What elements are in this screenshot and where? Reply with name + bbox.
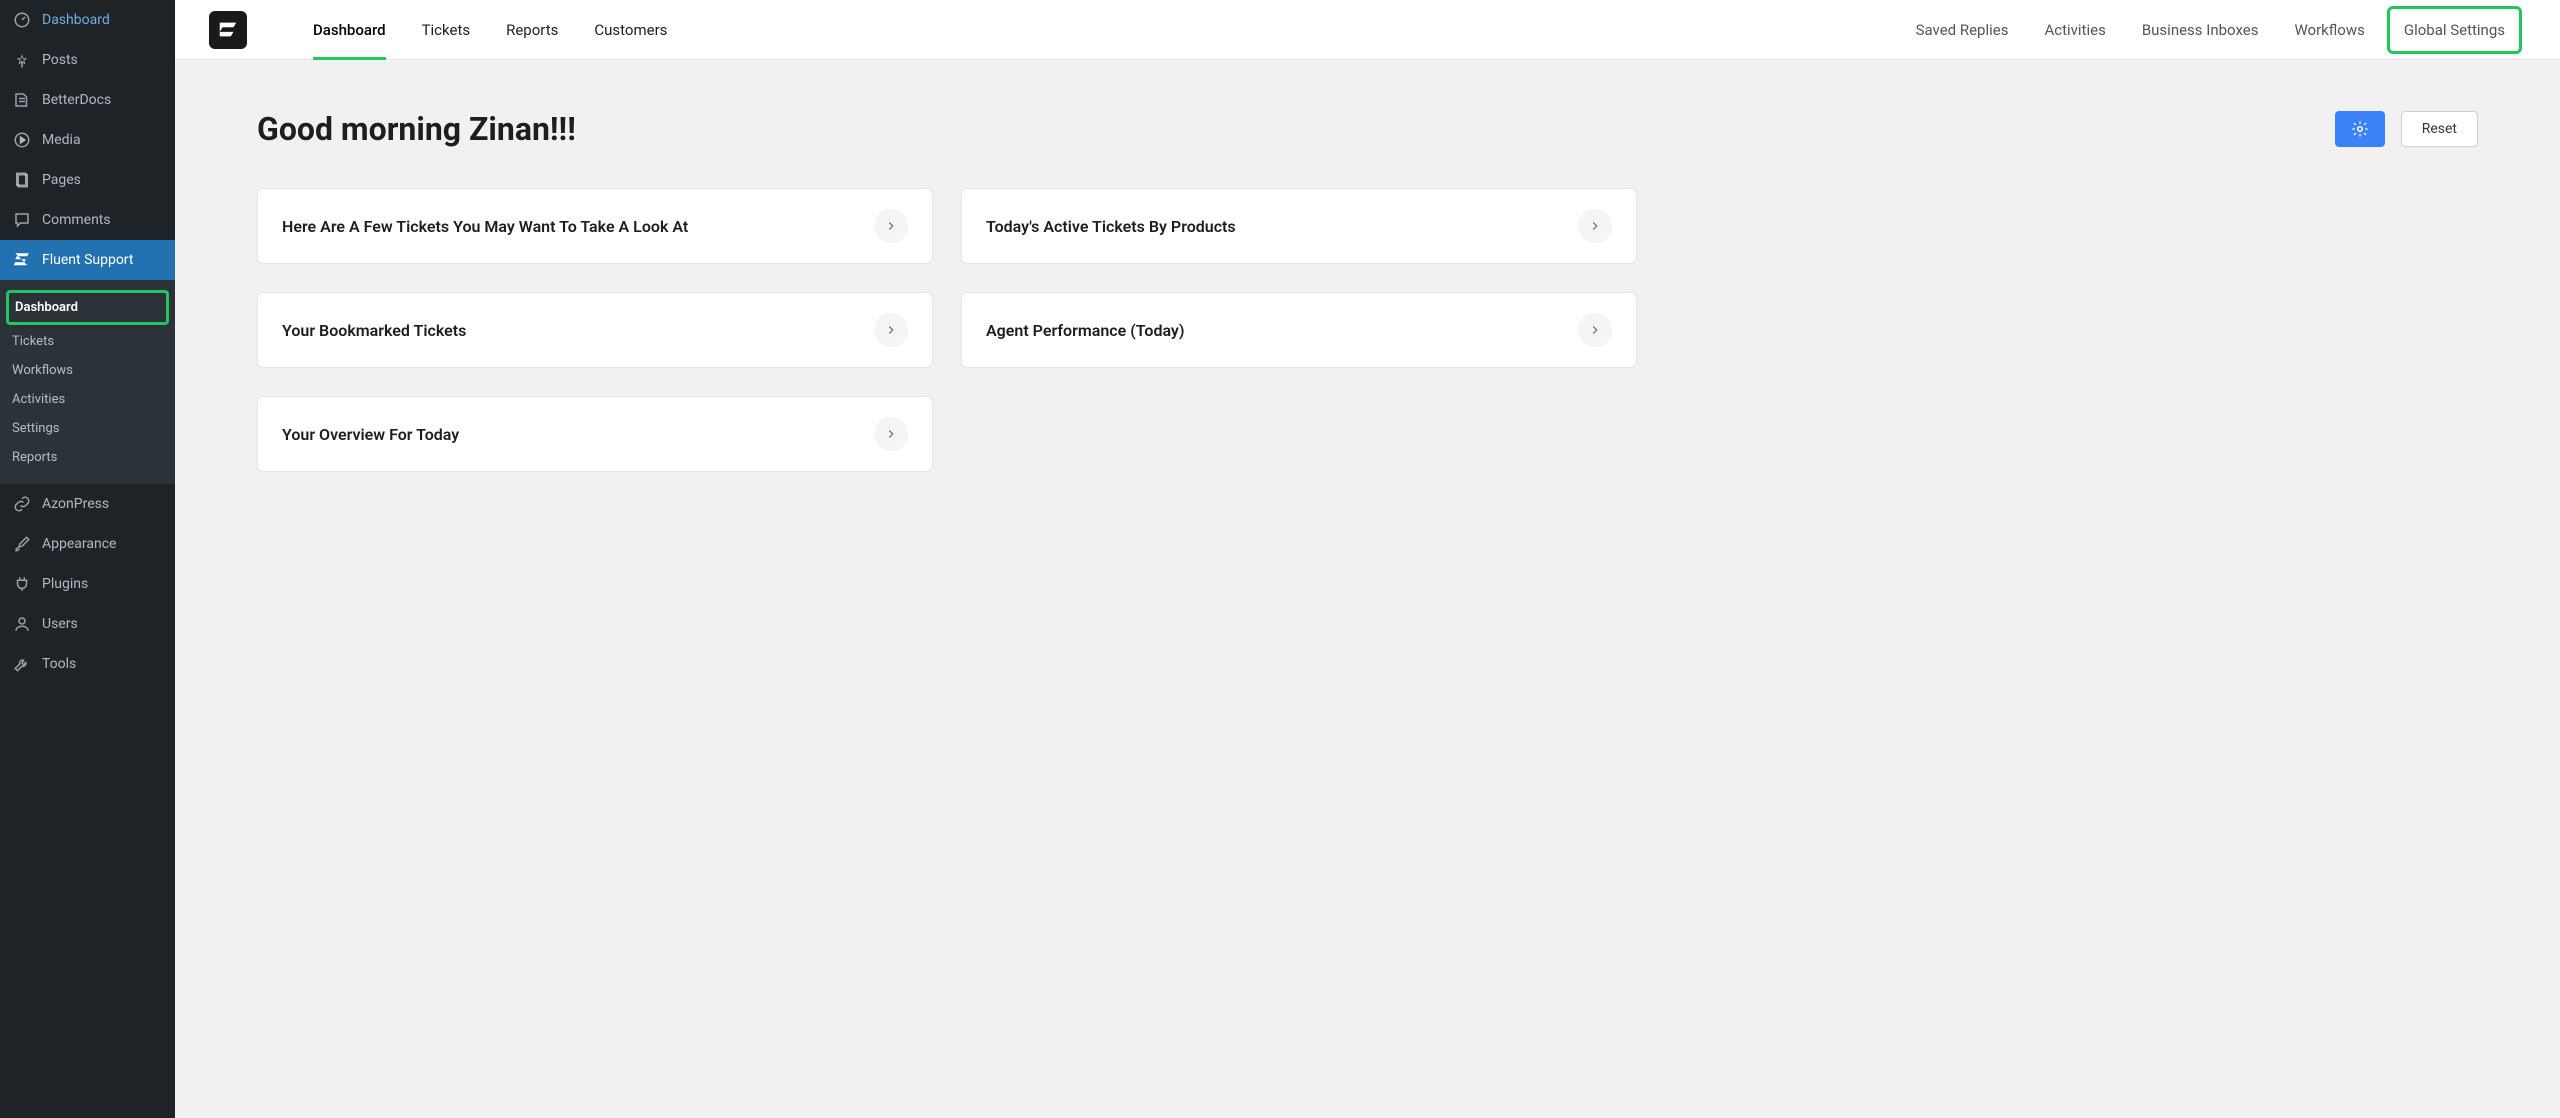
submenu-item-reports[interactable]: Reports [0, 443, 175, 472]
nav-label: Tickets [422, 21, 471, 39]
page-title: Good morning Zinan!!! [257, 110, 576, 148]
support-icon [12, 250, 32, 270]
nav-workflows[interactable]: Workflows [2276, 0, 2382, 60]
sidebar-item-label: Users [42, 616, 78, 632]
nav-label: Reports [506, 21, 558, 39]
sidebar-item-label: Appearance [42, 536, 116, 552]
sidebar-item-users[interactable]: Users [0, 604, 175, 644]
brush-icon [12, 534, 32, 554]
docs-icon [12, 90, 32, 110]
submenu-item-workflows[interactable]: Workflows [0, 356, 175, 385]
sidebar-item-label: Dashboard [42, 12, 110, 28]
chevron-right-icon [1578, 313, 1612, 347]
heading-actions: Reset [2335, 111, 2478, 147]
card-title: Today's Active Tickets By Products [986, 217, 1236, 236]
dashboard-cards: Here Are A Few Tickets You May Want To T… [257, 188, 1637, 472]
chevron-right-icon [874, 313, 908, 347]
sidebar-item-label: Posts [42, 52, 78, 68]
page-icon [12, 170, 32, 190]
nav-label: Business Inboxes [2142, 21, 2259, 39]
sidebar-item-tools[interactable]: Tools [0, 644, 175, 684]
sidebar-item-media[interactable]: Media [0, 120, 175, 160]
nav-label: Dashboard [313, 21, 386, 39]
sidebar-item-label: BetterDocs [42, 92, 111, 108]
sidebar-item-azonpress[interactable]: AzonPress [0, 484, 175, 524]
nav-label: Activities [2044, 21, 2105, 39]
submenu-item-dashboard[interactable]: Dashboard [6, 290, 169, 325]
submenu-item-activities[interactable]: Activities [0, 385, 175, 414]
plug-icon [12, 574, 32, 594]
submenu-item-tickets[interactable]: Tickets [0, 327, 175, 356]
reset-button-label: Reset [2422, 121, 2457, 137]
heading-row: Good morning Zinan!!! Reset [257, 110, 2478, 148]
nav-activities[interactable]: Activities [2026, 0, 2123, 60]
submenu-item-settings[interactable]: Settings [0, 414, 175, 443]
card-active-tickets[interactable]: Today's Active Tickets By Products [961, 188, 1637, 264]
nav-reports[interactable]: Reports [488, 0, 576, 60]
card-agent-performance[interactable]: Agent Performance (Today) [961, 292, 1637, 368]
card-title: Here Are A Few Tickets You May Want To T… [282, 217, 688, 236]
main-area: Dashboard Tickets Reports Customers Save… [175, 0, 2560, 1118]
submenu-item-label: Workflows [12, 363, 73, 378]
nav-customers[interactable]: Customers [576, 0, 685, 60]
nav-label: Workflows [2294, 21, 2364, 39]
nav-primary: Dashboard Tickets Reports Customers [295, 0, 685, 60]
settings-button[interactable] [2335, 111, 2385, 147]
card-few-tickets[interactable]: Here Are A Few Tickets You May Want To T… [257, 188, 933, 264]
user-icon [12, 614, 32, 634]
card-overview-today[interactable]: Your Overview For Today [257, 396, 933, 472]
sidebar-item-label: AzonPress [42, 496, 109, 512]
sidebar-item-label: Media [42, 132, 81, 148]
sidebar-item-posts[interactable]: Posts [0, 40, 175, 80]
nav-label: Global Settings [2404, 21, 2505, 39]
submenu-item-label: Reports [12, 450, 57, 465]
nav-label: Saved Replies [1916, 21, 2009, 39]
card-title: Your Bookmarked Tickets [282, 321, 466, 340]
chevron-right-icon [874, 209, 908, 243]
sidebar-item-appearance[interactable]: Appearance [0, 524, 175, 564]
sidebar-submenu: Dashboard Tickets Workflows Activities S… [0, 280, 175, 484]
chevron-right-icon [874, 417, 908, 451]
nav-label: Customers [594, 21, 667, 39]
sidebar-item-label: Pages [42, 172, 81, 188]
card-bookmarked-tickets[interactable]: Your Bookmarked Tickets [257, 292, 933, 368]
content-area: Good morning Zinan!!! Reset Here Are A F… [175, 60, 2560, 522]
gauge-icon [12, 10, 32, 30]
sidebar-item-label: Fluent Support [42, 252, 133, 268]
nav-secondary: Saved Replies Activities Business Inboxe… [1898, 0, 2526, 60]
media-icon [12, 130, 32, 150]
sidebar-item-betterdocs[interactable]: BetterDocs [0, 80, 175, 120]
pin-icon [12, 50, 32, 70]
card-title: Your Overview For Today [282, 425, 459, 444]
nav-saved-replies[interactable]: Saved Replies [1898, 0, 2027, 60]
nav-tickets[interactable]: Tickets [404, 0, 489, 60]
wrench-icon [12, 654, 32, 674]
sidebar-item-dashboard[interactable]: Dashboard [0, 0, 175, 40]
sidebar-item-fluent-support[interactable]: Fluent Support [0, 240, 175, 280]
topbar: Dashboard Tickets Reports Customers Save… [175, 0, 2560, 60]
nav-business-inboxes[interactable]: Business Inboxes [2124, 0, 2277, 60]
link-icon [12, 494, 32, 514]
nav-global-settings[interactable]: Global Settings [2387, 6, 2522, 54]
submenu-item-label: Activities [12, 392, 65, 407]
sidebar-item-pages[interactable]: Pages [0, 160, 175, 200]
app-logo[interactable] [209, 11, 247, 49]
sidebar-item-plugins[interactable]: Plugins [0, 564, 175, 604]
sidebar-item-label: Tools [42, 656, 76, 672]
submenu-item-label: Tickets [12, 334, 54, 349]
comment-icon [12, 210, 32, 230]
admin-sidebar: Dashboard Posts BetterDocs Media Pages C… [0, 0, 175, 1118]
card-title: Agent Performance (Today) [986, 321, 1184, 340]
sidebar-item-comments[interactable]: Comments [0, 200, 175, 240]
sidebar-item-label: Comments [42, 212, 111, 228]
nav-dashboard[interactable]: Dashboard [295, 0, 404, 60]
submenu-item-label: Dashboard [15, 300, 78, 315]
sidebar-item-label: Plugins [42, 576, 88, 592]
reset-button[interactable]: Reset [2401, 111, 2478, 147]
gear-icon [2351, 120, 2369, 138]
chevron-right-icon [1578, 209, 1612, 243]
submenu-item-label: Settings [12, 421, 59, 436]
